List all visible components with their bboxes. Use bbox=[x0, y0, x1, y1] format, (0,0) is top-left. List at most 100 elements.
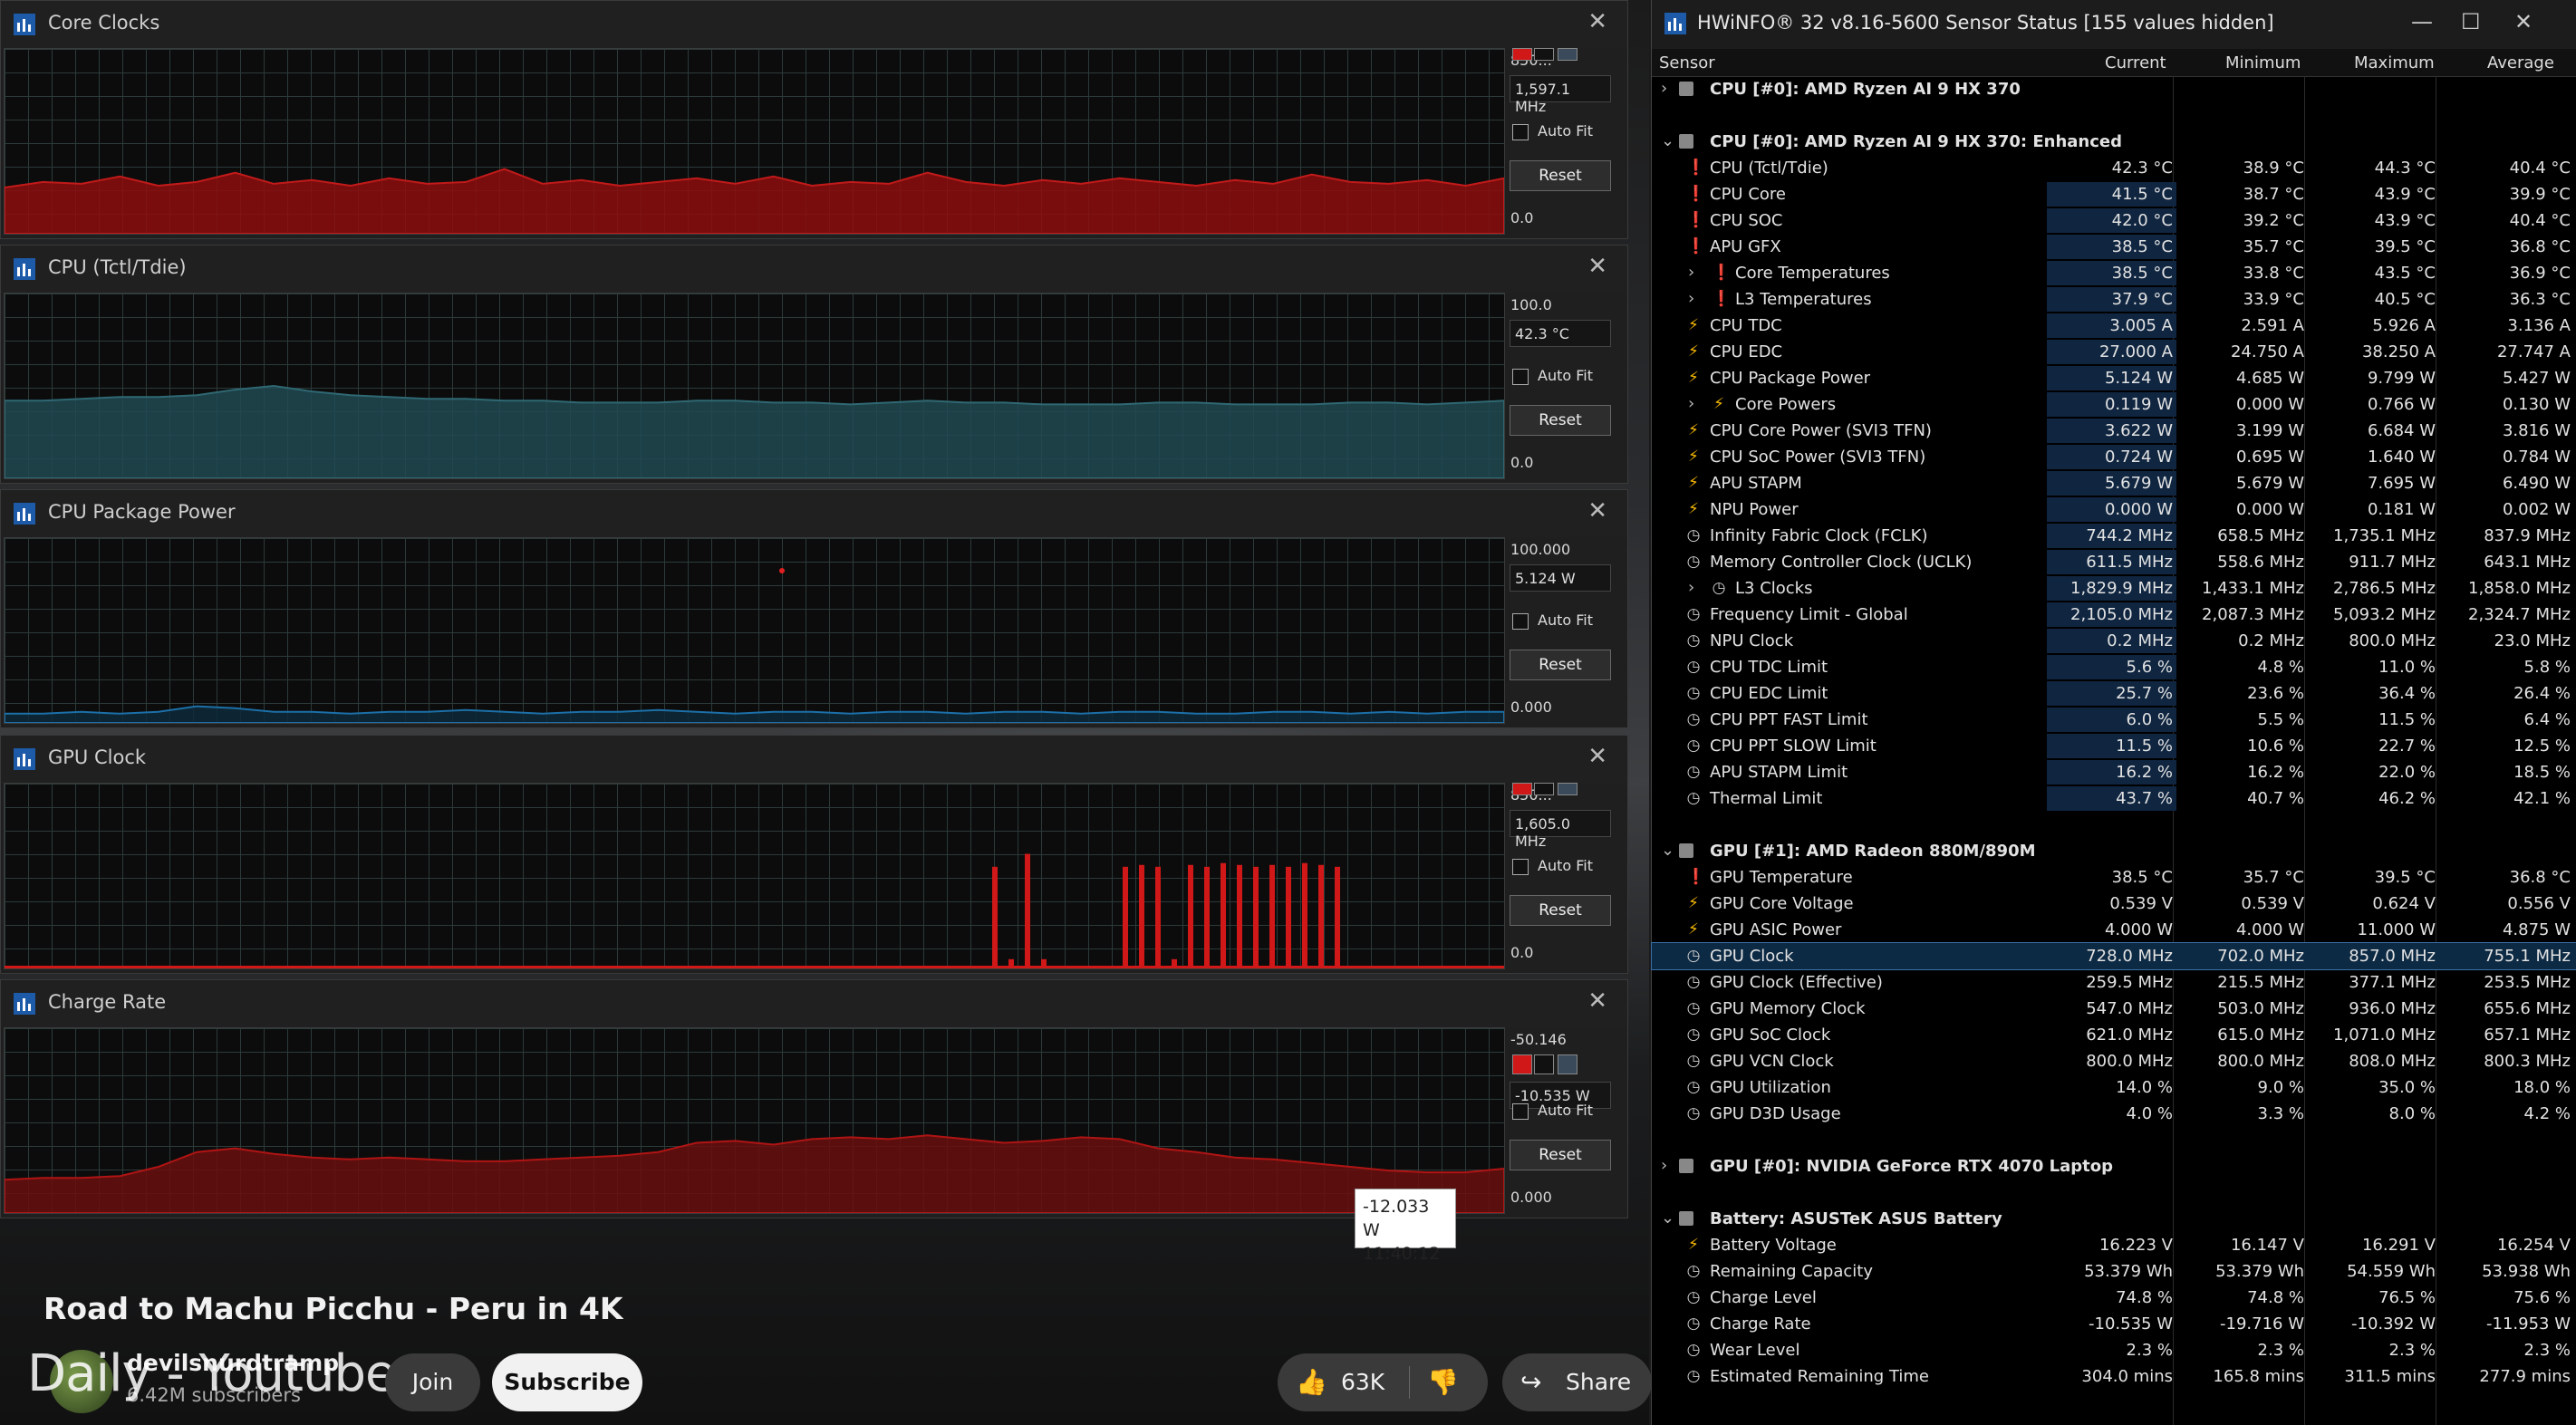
sensor-row[interactable]: ⚡ CPU Core Power (SVI3 TFN) 3.622 W 3.19… bbox=[1652, 418, 2576, 444]
sensor-row[interactable]: › ◷ L3 Clocks 1,829.9 MHz 1,433.1 MHz 2,… bbox=[1652, 575, 2576, 602]
auto-fit-checkbox[interactable] bbox=[1512, 369, 1529, 385]
sensor-row[interactable]: ◷ GPU Clock 728.0 MHz 702.0 MHz 857.0 MH… bbox=[1651, 942, 2576, 970]
thumbs-down-icon[interactable]: 👎 bbox=[1427, 1353, 1459, 1411]
sensor-row[interactable]: ◷ Memory Controller Clock (UCLK) 611.5 M… bbox=[1652, 549, 2576, 575]
sensor-row[interactable]: ◷ Estimated Remaining Time 304.0 mins 16… bbox=[1652, 1363, 2576, 1390]
col-current[interactable]: Current bbox=[2105, 53, 2166, 72]
sensor-row[interactable]: ◷ GPU VCN Clock 800.0 MHz 800.0 MHz 808.… bbox=[1652, 1048, 2576, 1074]
close-icon[interactable]: ✕ bbox=[1587, 743, 1607, 770]
auto-fit-checkbox[interactable] bbox=[1512, 613, 1529, 630]
sensor-row[interactable]: ◷ Wear Level 2.3 % 2.3 % 2.3 % 2.3 % bbox=[1652, 1337, 2576, 1363]
sensor-row[interactable]: ◷ Charge Level 74.8 % 74.8 % 76.5 % 75.6… bbox=[1652, 1285, 2576, 1311]
sensor-row[interactable]: ⚡ CPU EDC 27.000 A 24.750 A 38.250 A 27.… bbox=[1652, 339, 2576, 365]
expand-chevron-icon[interactable]: ⌄ bbox=[1661, 131, 1674, 150]
like-dislike-button[interactable]: 👍 63K 👎 bbox=[1278, 1353, 1488, 1411]
graph-titlebar[interactable]: CPU Package Power ✕ bbox=[1, 490, 1627, 537]
sensor-row[interactable]: ◷ GPU Clock (Effective) 259.5 MHz 215.5 … bbox=[1652, 969, 2576, 996]
sensor-row[interactable]: ◷ CPU PPT FAST Limit 6.0 % 5.5 % 11.5 % … bbox=[1652, 707, 2576, 733]
color-swatch[interactable] bbox=[1512, 783, 1532, 795]
graph-titlebar[interactable]: Core Clocks ✕ bbox=[1, 1, 1627, 48]
sensor-row[interactable]: › ⚡ Core Powers 0.119 W 0.000 W 0.766 W … bbox=[1652, 391, 2576, 418]
sensor-group[interactable]: › GPU [#0]: NVIDIA GeForce RTX 4070 Lapt… bbox=[1652, 1153, 2576, 1179]
share-button[interactable]: ↪ Share bbox=[1502, 1353, 1652, 1411]
sensor-row[interactable]: ⚡ CPU Package Power 5.124 W 4.685 W 9.79… bbox=[1652, 365, 2576, 391]
expand-chevron-icon[interactable]: › bbox=[1661, 1156, 1667, 1175]
sensor-group[interactable]: ⌄ CPU [#0]: AMD Ryzen AI 9 HX 370: Enhan… bbox=[1652, 129, 2576, 155]
thumbs-up-icon[interactable]: 👍 bbox=[1296, 1353, 1327, 1411]
color-swatch[interactable] bbox=[1534, 48, 1554, 61]
sensor-row[interactable]: ◷ GPU Memory Clock 547.0 MHz 503.0 MHz 9… bbox=[1652, 996, 2576, 1022]
sensor-row[interactable]: › ❗ Core Temperatures 38.5 °C 33.8 °C 43… bbox=[1652, 260, 2576, 286]
close-icon[interactable]: ✕ bbox=[1587, 497, 1607, 525]
sensor-row[interactable]: ❗ CPU Core 41.5 °C 38.7 °C 43.9 °C 39.9 … bbox=[1652, 181, 2576, 207]
expand-chevron-icon[interactable]: ⌄ bbox=[1661, 841, 1674, 860]
graph-titlebar[interactable]: CPU (Tctl/Tdie) ✕ bbox=[1, 246, 1627, 293]
col-average[interactable]: Average bbox=[2487, 53, 2554, 72]
sensor-row[interactable]: ⚡ NPU Power 0.000 W 0.000 W 0.181 W 0.00… bbox=[1652, 496, 2576, 523]
graph-titlebar[interactable]: GPU Clock ✕ bbox=[1, 736, 1627, 783]
auto-fit-checkbox[interactable] bbox=[1512, 859, 1529, 875]
expand-chevron-icon[interactable]: › bbox=[1661, 79, 1667, 98]
video-title[interactable]: Road to Machu Picchu - Peru in 4K bbox=[43, 1291, 622, 1326]
hwinfo-titlebar[interactable]: HWiNFO® 32 v8.16-5600 Sensor Status [155… bbox=[1652, 0, 2576, 49]
maximize-icon[interactable]: ☐ bbox=[2461, 9, 2481, 34]
sensor-row[interactable]: › ❗ L3 Temperatures 37.9 °C 33.9 °C 40.5… bbox=[1652, 286, 2576, 313]
sensor-row[interactable]: ◷ NPU Clock 0.2 MHz 0.2 MHz 800.0 MHz 23… bbox=[1652, 628, 2576, 654]
expand-chevron-icon[interactable]: › bbox=[1688, 263, 1694, 282]
sensor-row[interactable]: ◷ Frequency Limit - Global 2,105.0 MHz 2… bbox=[1652, 602, 2576, 628]
close-icon[interactable]: ✕ bbox=[1587, 253, 1607, 280]
sensor-row[interactable]: ❗ APU GFX 38.5 °C 35.7 °C 39.5 °C 36.8 °… bbox=[1652, 234, 2576, 260]
close-icon[interactable]: ✕ bbox=[1587, 987, 1607, 1015]
sensor-row[interactable]: ⚡ GPU ASIC Power 4.000 W 4.000 W 11.000 … bbox=[1652, 917, 2576, 943]
expand-chevron-icon[interactable]: › bbox=[1688, 394, 1694, 413]
reset-button[interactable]: Reset bbox=[1510, 895, 1611, 926]
subscribe-button[interactable]: Subscribe bbox=[492, 1353, 642, 1411]
graph-window[interactable]: GPU Clock ✕ 850... 1,605.0 MHz Auto Fit … bbox=[0, 735, 1628, 974]
expand-chevron-icon[interactable]: › bbox=[1688, 289, 1694, 308]
sensor-group[interactable]: › CPU [#0]: AMD Ryzen AI 9 HX 370 bbox=[1652, 76, 2576, 102]
join-button[interactable]: Join bbox=[385, 1353, 480, 1411]
sensor-row[interactable]: ⚡ APU STAPM 5.679 W 5.679 W 7.695 W 6.49… bbox=[1652, 470, 2576, 496]
sensor-row[interactable]: ◷ CPU PPT SLOW Limit 11.5 % 10.6 % 22.7 … bbox=[1652, 733, 2576, 759]
col-sensor[interactable]: Sensor bbox=[1659, 53, 1715, 72]
color-swatch[interactable] bbox=[1512, 1054, 1532, 1074]
color-swatch[interactable] bbox=[1534, 1054, 1554, 1074]
color-swatch[interactable] bbox=[1558, 48, 1577, 61]
sensor-row[interactable]: ⚡ CPU TDC 3.005 A 2.591 A 5.926 A 3.136 … bbox=[1652, 313, 2576, 339]
sensor-row[interactable]: ◷ Infinity Fabric Clock (FCLK) 744.2 MHz… bbox=[1652, 523, 2576, 549]
sensor-list[interactable]: › CPU [#0]: AMD Ryzen AI 9 HX 370 ⌄ CPU [… bbox=[1651, 76, 2576, 1390]
sensor-row[interactable]: ⚡ Battery Voltage 16.223 V 16.147 V 16.2… bbox=[1652, 1232, 2576, 1258]
sensor-row[interactable]: ◷ GPU SoC Clock 621.0 MHz 615.0 MHz 1,07… bbox=[1652, 1022, 2576, 1048]
graph-window[interactable]: CPU Package Power ✕ 100.000 5.124 W Auto… bbox=[0, 489, 1628, 728]
minimize-icon[interactable]: — bbox=[2411, 9, 2433, 34]
sensor-row[interactable]: ⚡ GPU Core Voltage 0.539 V 0.539 V 0.624… bbox=[1652, 891, 2576, 917]
reset-button[interactable]: Reset bbox=[1510, 160, 1611, 191]
reset-button[interactable]: Reset bbox=[1510, 1140, 1611, 1170]
sensor-row[interactable]: ◷ GPU Utilization 14.0 % 9.0 % 35.0 % 18… bbox=[1652, 1074, 2576, 1101]
col-maximum[interactable]: Maximum bbox=[2354, 53, 2435, 72]
sensor-row[interactable]: ◷ CPU TDC Limit 5.6 % 4.8 % 11.0 % 5.8 % bbox=[1652, 654, 2576, 680]
color-swatch[interactable] bbox=[1558, 1054, 1577, 1074]
graph-titlebar[interactable]: Charge Rate ✕ bbox=[1, 980, 1627, 1027]
color-swatch[interactable] bbox=[1558, 783, 1577, 795]
reset-button[interactable]: Reset bbox=[1510, 650, 1611, 680]
expand-chevron-icon[interactable]: ⌄ bbox=[1661, 1208, 1674, 1228]
graph-window[interactable]: Charge Rate ✕ -50.146 -10.535 W Auto Fit… bbox=[0, 979, 1628, 1218]
sensor-row[interactable]: ❗ CPU (Tctl/Tdie) 42.3 °C 38.9 °C 44.3 °… bbox=[1652, 155, 2576, 181]
sensor-row[interactable]: ◷ GPU D3D Usage 4.0 % 3.3 % 8.0 % 4.2 % bbox=[1652, 1101, 2576, 1127]
auto-fit-checkbox[interactable] bbox=[1512, 124, 1529, 140]
close-icon[interactable]: ✕ bbox=[1587, 8, 1607, 35]
sensor-group[interactable]: ⌄ GPU [#1]: AMD Radeon 880M/890M bbox=[1652, 838, 2576, 864]
sensor-row[interactable]: ⚡ CPU SoC Power (SVI3 TFN) 0.724 W 0.695… bbox=[1652, 444, 2576, 470]
reset-button[interactable]: Reset bbox=[1510, 405, 1611, 436]
sensor-row[interactable]: ❗ CPU SOC 42.0 °C 39.2 °C 43.9 °C 40.4 °… bbox=[1652, 207, 2576, 234]
color-swatch[interactable] bbox=[1512, 48, 1532, 61]
color-swatch[interactable] bbox=[1534, 783, 1554, 795]
sensor-row[interactable]: ◷ CPU EDC Limit 25.7 % 23.6 % 36.4 % 26.… bbox=[1652, 680, 2576, 707]
sensor-row[interactable]: ◷ Thermal Limit 43.7 % 40.7 % 46.2 % 42.… bbox=[1652, 785, 2576, 812]
expand-chevron-icon[interactable]: › bbox=[1688, 578, 1694, 597]
sensor-row[interactable]: ❗ GPU Temperature 38.5 °C 35.7 °C 39.5 °… bbox=[1652, 864, 2576, 891]
close-icon[interactable]: ✕ bbox=[2514, 9, 2533, 34]
col-minimum[interactable]: Minimum bbox=[2225, 53, 2301, 72]
graph-window[interactable]: CPU (Tctl/Tdie) ✕ 100.0 42.3 °C Auto Fit… bbox=[0, 245, 1628, 484]
